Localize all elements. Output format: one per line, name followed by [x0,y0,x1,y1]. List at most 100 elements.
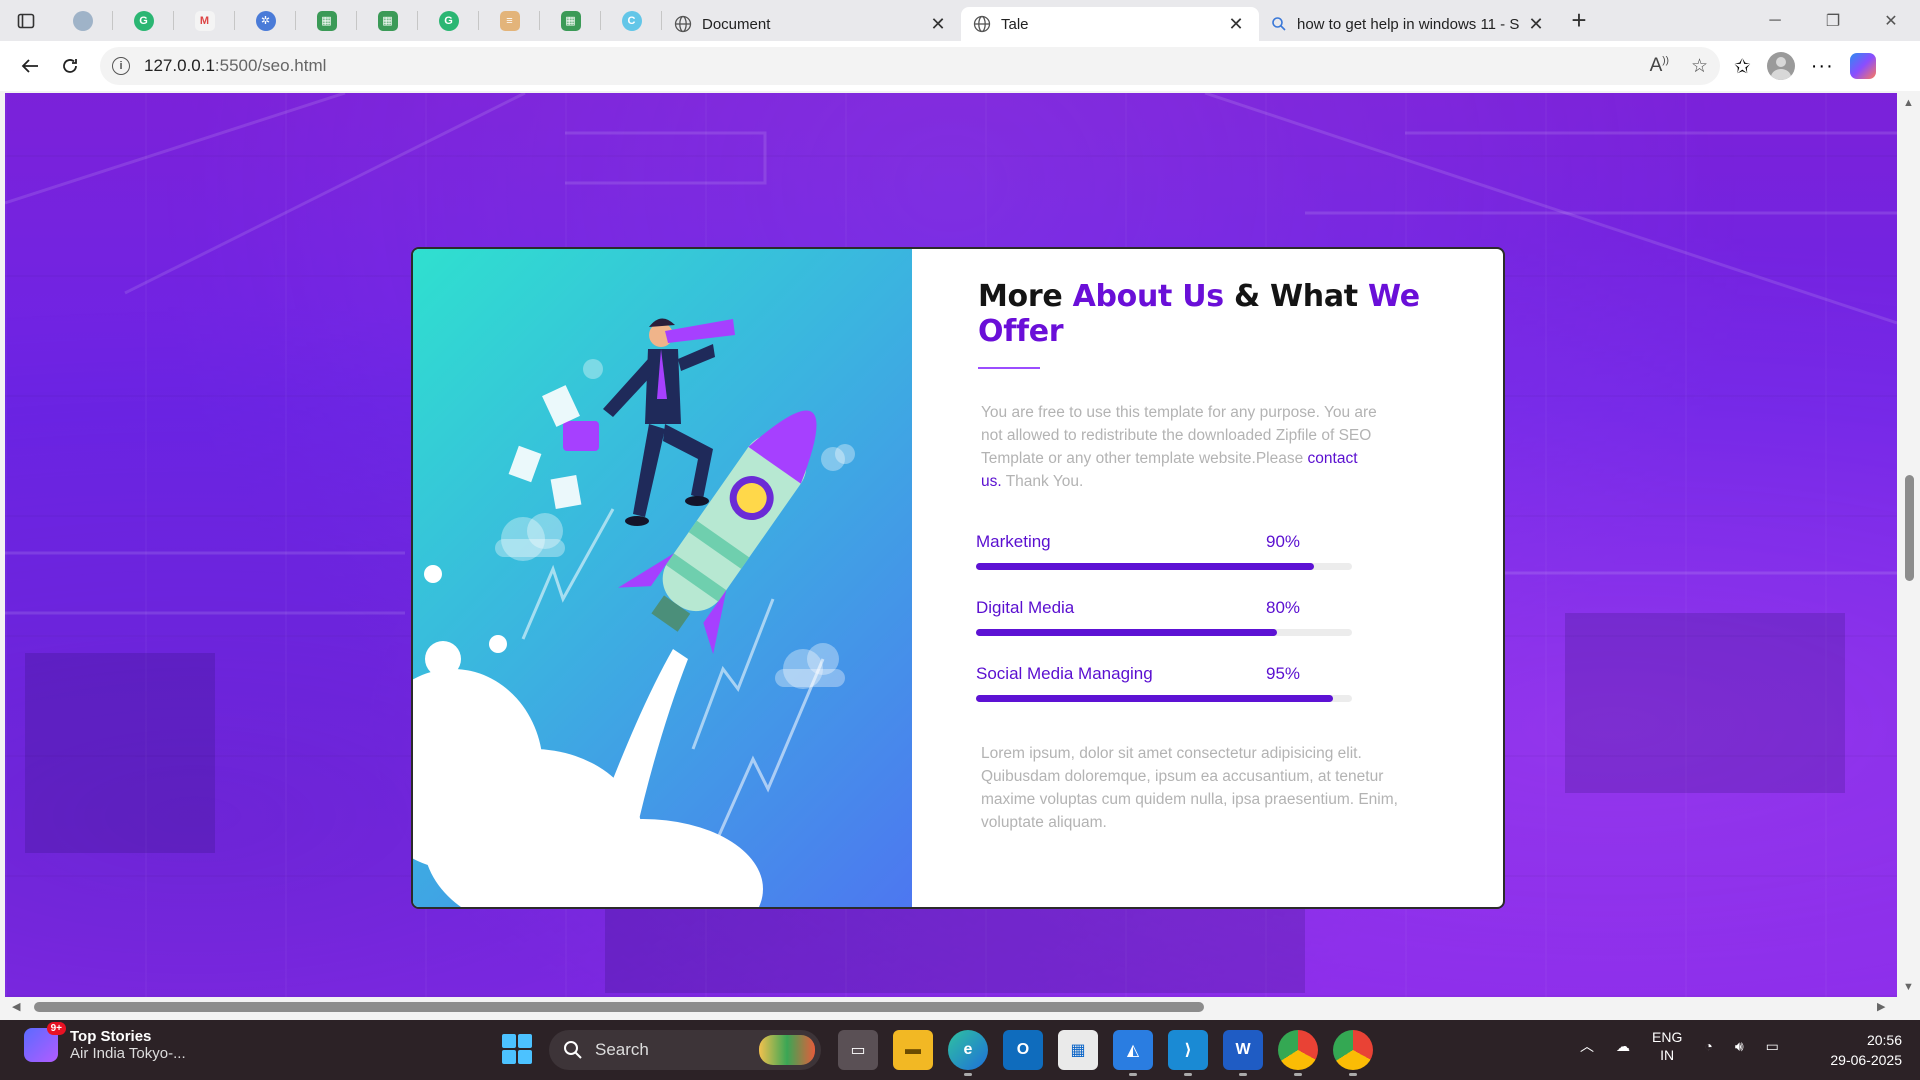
favorites-icon[interactable]: ✩ [1734,54,1751,79]
pinned-tab-5[interactable]: ▦ [296,0,357,41]
edge-icon[interactable]: e [948,1030,988,1076]
sheets-icon: ▦ [316,10,337,31]
skill-marketing: Marketing 90% [976,532,1352,598]
copilot-icon[interactable] [1849,53,1876,79]
tab-tale[interactable]: Tale ✕ [961,7,1259,41]
back-button[interactable] [10,48,50,84]
language-indicator[interactable]: ENG IN [1652,1028,1682,1064]
about-content: More About Us & What We Offer You are fr… [912,249,1503,907]
pinned-tab-7[interactable]: G [418,0,479,41]
store-icon[interactable]: ▦ [1058,1030,1098,1070]
tab-actions-button[interactable] [0,0,52,41]
globe-icon [674,15,692,33]
close-icon[interactable]: ✕ [1225,13,1247,35]
chrome-extension-icon: ✲ [255,10,276,31]
progress-fill [976,563,1315,570]
site-info-icon[interactable]: i [112,57,130,75]
pinned-tab-1[interactable] [52,0,113,41]
tab-actions-icon [17,13,35,28]
skill-name: Social Media Managing [976,664,1153,683]
close-icon[interactable]: ✕ [927,13,949,35]
pinned-tab-3[interactable]: M [174,0,235,41]
photos-icon[interactable]: ◭ [1113,1030,1153,1076]
canva-icon: C [621,10,642,31]
pinned-tab-10[interactable]: C [601,0,662,41]
rocket-illustration [413,249,912,907]
intro-tail: Thank You. [1001,473,1084,490]
tab-search[interactable]: how to get help in windows 11 - S ✕ [1259,7,1559,41]
page-title: More About Us & What We Offer [978,279,1503,349]
back-arrow-icon [21,59,38,73]
search-highlight-icon [759,1035,815,1065]
grammarly-icon: G [438,10,459,31]
restore-icon[interactable]: ❐ [1804,0,1862,41]
new-tab-button[interactable]: + [1559,0,1599,41]
volume-icon[interactable]: 🔊︎ [1735,1038,1744,1055]
onedrive-icon[interactable]: ☁ [1616,1038,1630,1055]
skill-percent: 95% [1266,664,1301,683]
outlook-icon[interactable]: O [1003,1030,1043,1070]
windows-start-icon[interactable] [502,1034,532,1064]
news-subtitle: Air India Tokyo-... [70,1045,186,1062]
word-icon[interactable]: W [1223,1030,1263,1076]
reload-icon [63,59,77,73]
pinned-tab-6[interactable]: ▦ [357,0,418,41]
chevron-up-icon[interactable]: ︿ [1580,1036,1594,1056]
window-controls: ─ ❐ ✕ [1746,0,1920,41]
clock[interactable]: 20:56 29-06-2025 [1814,1030,1902,1070]
reload-button[interactable] [50,48,90,84]
horizontal-scrollbar[interactable]: ◀ ▶ [0,997,1897,1017]
about-card: More About Us & What We Offer You are fr… [411,247,1505,909]
wifi-icon[interactable]: ◔ [1704,1038,1712,1054]
skill-name: Marketing [976,532,1051,551]
pinned-tab-4[interactable]: ✲ [235,0,296,41]
profile-avatar[interactable] [1766,52,1795,80]
battery-icon[interactable]: ▭ [1766,1038,1779,1055]
more-options-icon[interactable]: ··· [1811,55,1834,78]
time: 20:56 [1866,1032,1902,1048]
news-widget[interactable]: 9+ Top Stories Air India Tokyo-... [24,1022,186,1062]
vscode-icon[interactable]: ⟩ [1168,1030,1208,1076]
pinned-tab-8[interactable]: ≡ [479,0,540,41]
scroll-up-icon[interactable]: ▲ [1903,97,1914,109]
tab-title: Tale [1001,15,1029,33]
tab-strip: G M ✲ ▦ ▦ G ≡ ▦ C Document ✕ Tale ✕ how … [0,0,1920,41]
skill-percent: 90% [1266,532,1301,551]
taskbar-apps: ▭ ▬ e O ▦ ◭ ⟩ W [838,1030,1373,1076]
skill-name: Digital Media [976,598,1075,617]
pinned-tab-9[interactable]: ▦ [540,0,601,41]
chrome-icon[interactable] [1333,1030,1373,1076]
favorite-star-icon[interactable]: ☆ [1691,55,1708,78]
close-icon[interactable]: ✕ [1525,13,1547,35]
skill-social-media: Social Media Managing 95% [976,664,1352,730]
vertical-scrollbar[interactable]: ▲ ▼ [1897,93,1920,997]
close-window-icon[interactable]: ✕ [1862,0,1920,41]
scroll-down-icon[interactable]: ▼ [1903,981,1914,993]
tab-document[interactable]: Document ✕ [662,7,961,41]
scrollbar-thumb[interactable] [34,1002,1204,1012]
search-icon [1272,17,1286,31]
progress-track [976,563,1352,570]
page-viewport: More About Us & What We Offer You are fr… [5,93,1897,997]
read-aloud-icon[interactable]: A)) [1650,55,1669,78]
grammarly-icon: G [133,10,154,31]
news-title: Top Stories [70,1028,152,1045]
scroll-left-icon[interactable]: ◀ [12,1000,20,1013]
task-view-icon[interactable]: ▭ [838,1030,878,1070]
taskbar-search[interactable]: Search [549,1030,821,1070]
progress-fill [976,629,1277,636]
scrollbar-thumb[interactable] [1905,475,1914,581]
outro-paragraph: Lorem ipsum, dolor sit amet consectetur … [981,745,1398,831]
scroll-right-icon[interactable]: ▶ [1877,1000,1885,1013]
heading-accent: About Us [1072,279,1225,314]
minimize-icon[interactable]: ─ [1746,0,1804,41]
heading-underline [978,367,1040,369]
sheets-icon: ▦ [377,10,398,31]
taskbar: 9+ Top Stories Air India Tokyo-... Searc… [0,1020,1920,1080]
url-text[interactable]: 127.0.0.1:5500/seo.html [144,56,1650,76]
address-bar[interactable]: i 127.0.0.1:5500/seo.html A)) ☆ [100,47,1720,85]
moon-icon [72,10,93,31]
chrome-icon[interactable] [1278,1030,1318,1076]
file-explorer-icon[interactable]: ▬ [893,1030,933,1070]
pinned-tab-2[interactable]: G [113,0,174,41]
